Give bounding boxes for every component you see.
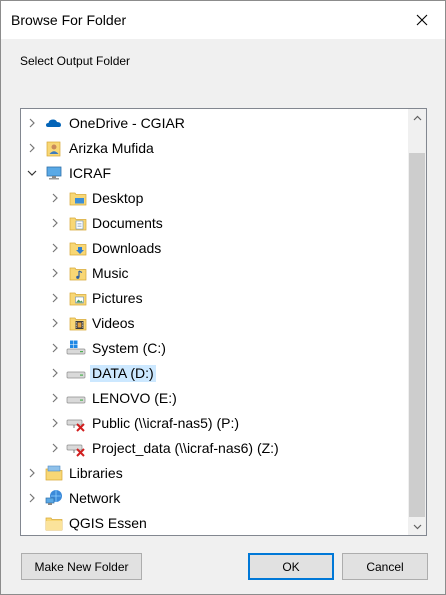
onedrive-cloud-icon bbox=[45, 114, 63, 132]
chevron-right-icon[interactable] bbox=[48, 441, 62, 455]
chevron-right-icon[interactable] bbox=[25, 116, 39, 130]
drive-icon bbox=[66, 364, 86, 382]
tree-item-label: Arizka Mufida bbox=[69, 140, 154, 156]
tree-item-qgis-essen[interactable]: QGIS Essen bbox=[21, 511, 407, 535]
ok-button[interactable]: OK bbox=[248, 553, 334, 580]
music-folder-icon bbox=[69, 264, 87, 282]
tree-item-lenovo-drive[interactable]: LENOVO (E:) bbox=[21, 386, 407, 411]
browse-folder-dialog: Browse For Folder Select Output Folder O… bbox=[0, 0, 446, 595]
libraries-icon bbox=[45, 464, 63, 482]
tree-item-label: Libraries bbox=[69, 465, 123, 481]
disconnected-network-drive-icon bbox=[66, 414, 85, 432]
disconnected-network-drive-icon bbox=[66, 439, 85, 457]
chevron-right-icon[interactable] bbox=[48, 341, 62, 355]
user-folder-icon bbox=[45, 139, 63, 157]
folder-tree[interactable]: OneDrive - CGIAR Arizka Mufida ICRAF Des… bbox=[20, 108, 427, 536]
tree-item-label: Network bbox=[69, 490, 121, 506]
this-pc-icon bbox=[45, 164, 63, 182]
instruction-text: Select Output Folder bbox=[20, 54, 131, 68]
tree-item-desktop[interactable]: Desktop bbox=[21, 186, 407, 211]
tree-item-label: Pictures bbox=[92, 290, 143, 306]
tree-item-onedrive[interactable]: OneDrive - CGIAR bbox=[21, 111, 407, 136]
drive-icon bbox=[66, 389, 86, 407]
tree-item-system-drive[interactable]: System (C:) bbox=[21, 336, 407, 361]
tree-item-public-network-drive[interactable]: Public (\\icraf-nas5) (P:) bbox=[21, 411, 407, 436]
desktop-folder-icon bbox=[69, 189, 87, 207]
network-icon bbox=[45, 489, 63, 507]
chevron-right-icon[interactable] bbox=[48, 241, 62, 255]
tree-item-this-pc[interactable]: ICRAF bbox=[21, 161, 407, 186]
make-new-folder-button[interactable]: Make New Folder bbox=[21, 553, 142, 580]
tree-item-label: Project_data (\\icraf-nas6) (Z:) bbox=[92, 440, 279, 456]
window-title: Browse For Folder bbox=[11, 12, 127, 28]
chevron-right-icon[interactable] bbox=[48, 266, 62, 280]
scroll-up-button[interactable] bbox=[408, 109, 426, 126]
tree-item-label: Downloads bbox=[92, 240, 162, 256]
chevron-right-icon[interactable] bbox=[48, 366, 62, 380]
tree-item-label: Documents bbox=[92, 215, 163, 231]
scrollbar-thumb[interactable] bbox=[409, 153, 425, 517]
tree-item-libraries[interactable]: Libraries bbox=[21, 461, 407, 486]
tree-item-label: OneDrive - CGIAR bbox=[69, 115, 185, 131]
folder-icon bbox=[45, 514, 63, 532]
tree-item-music[interactable]: Music bbox=[21, 261, 407, 286]
documents-folder-icon bbox=[69, 214, 87, 232]
chevron-right-icon[interactable] bbox=[25, 491, 39, 505]
tree-item-documents[interactable]: Documents bbox=[21, 211, 407, 236]
videos-folder-icon bbox=[69, 314, 87, 332]
tree-item-user[interactable]: Arizka Mufida bbox=[21, 136, 407, 161]
chevron-right-icon[interactable] bbox=[48, 216, 62, 230]
scroll-down-button[interactable] bbox=[408, 518, 426, 535]
tree-item-label: Music bbox=[92, 265, 129, 281]
tree-item-data-drive[interactable]: DATA (D:) bbox=[21, 361, 407, 386]
chevron-right-icon[interactable] bbox=[25, 466, 39, 480]
tree-item-videos[interactable]: Videos bbox=[21, 311, 407, 336]
tree-item-label: ICRAF bbox=[69, 165, 111, 181]
close-icon bbox=[416, 14, 428, 26]
chevron-right-icon[interactable] bbox=[48, 416, 62, 430]
chevron-right-icon[interactable] bbox=[48, 391, 62, 405]
tree-item-downloads[interactable]: Downloads bbox=[21, 236, 407, 261]
system-drive-icon bbox=[66, 339, 86, 357]
chevron-right-icon[interactable] bbox=[48, 291, 62, 305]
tree-item-label: Desktop bbox=[92, 190, 144, 206]
chevron-down-icon[interactable] bbox=[25, 166, 39, 180]
chevron-up-icon bbox=[413, 115, 421, 120]
title-bar: Browse For Folder bbox=[1, 1, 445, 39]
chevron-right-icon[interactable] bbox=[25, 141, 39, 155]
tree-item-label: QGIS Essen bbox=[69, 515, 147, 531]
tree-item-label: Public (\\icraf-nas5) (P:) bbox=[92, 415, 240, 431]
tree-item-label: DATA (D:) bbox=[90, 365, 156, 382]
cancel-button[interactable]: Cancel bbox=[342, 553, 428, 580]
tree-item-pictures[interactable]: Pictures bbox=[21, 286, 407, 311]
chevron-right-icon[interactable] bbox=[48, 316, 62, 330]
tree-item-label: System (C:) bbox=[92, 340, 166, 356]
tree-item-label: Videos bbox=[92, 315, 135, 331]
downloads-folder-icon bbox=[69, 239, 87, 257]
tree-item-label: LENOVO (E:) bbox=[92, 390, 177, 406]
vertical-scrollbar[interactable] bbox=[408, 109, 426, 535]
chevron-down-icon bbox=[413, 524, 421, 529]
tree-item-project-network-drive[interactable]: Project_data (\\icraf-nas6) (Z:) bbox=[21, 436, 407, 461]
close-button[interactable] bbox=[399, 1, 445, 39]
pictures-folder-icon bbox=[69, 289, 87, 307]
tree-item-network[interactable]: Network bbox=[21, 486, 407, 511]
chevron-right-icon[interactable] bbox=[48, 191, 62, 205]
